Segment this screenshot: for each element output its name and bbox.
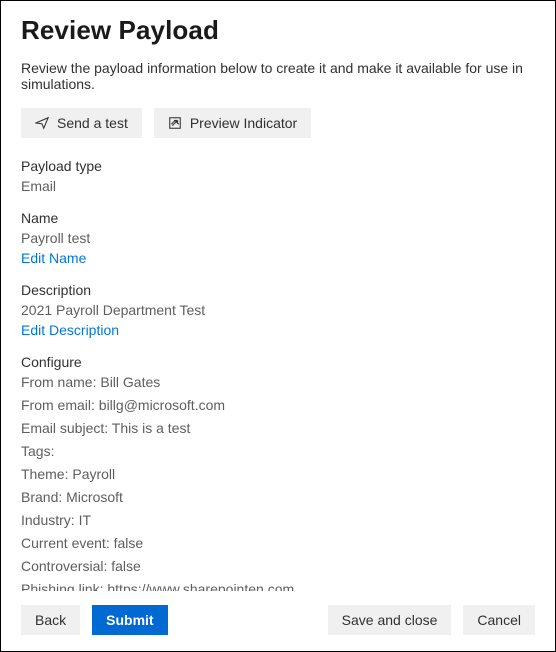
submit-button[interactable]: Submit <box>92 605 167 635</box>
save-close-button[interactable]: Save and close <box>328 605 452 635</box>
name-section: Name Payroll test Edit Name <box>21 210 535 266</box>
page-subtitle: Review the payload information below to … <box>21 60 535 92</box>
send-test-label: Send a test <box>57 115 128 131</box>
from-email-item: From email: billg@microsoft.com <box>21 397 535 413</box>
description-section: Description 2021 Payroll Department Test… <box>21 282 535 338</box>
preview-indicator-button[interactable]: Preview Indicator <box>154 108 311 138</box>
footer-buttons: Back Submit Save and close Cancel <box>21 591 535 635</box>
name-label: Name <box>21 210 535 226</box>
cancel-button[interactable]: Cancel <box>463 605 535 635</box>
send-test-button[interactable]: Send a test <box>21 108 142 138</box>
page-title: Review Payload <box>21 15 535 46</box>
edit-name-link[interactable]: Edit Name <box>21 250 535 266</box>
payload-type-label: Payload type <box>21 158 535 174</box>
current-event-item: Current event: false <box>21 535 535 551</box>
brand-item: Brand: Microsoft <box>21 489 535 505</box>
action-buttons: Send a test Preview Indicator <box>21 108 535 138</box>
configure-section: Configure From name: Bill Gates From ema… <box>21 354 535 591</box>
theme-item: Theme: Payroll <box>21 466 535 482</box>
description-value: 2021 Payroll Department Test <box>21 302 535 318</box>
edit-description-link[interactable]: Edit Description <box>21 322 535 338</box>
preview-indicator-label: Preview Indicator <box>190 115 297 131</box>
description-label: Description <box>21 282 535 298</box>
content-area: Payload type Email Name Payroll test Edi… <box>21 158 535 591</box>
preview-icon <box>168 116 182 130</box>
name-value: Payroll test <box>21 230 535 246</box>
review-payload-page: Review Payload Review the payload inform… <box>0 0 556 652</box>
controversial-item: Controversial: false <box>21 558 535 574</box>
back-button[interactable]: Back <box>21 605 80 635</box>
payload-type-value: Email <box>21 178 535 194</box>
configure-label: Configure <box>21 354 535 370</box>
configure-list: From name: Bill Gates From email: billg@… <box>21 374 535 591</box>
phishing-link-item: Phishing link: https://www.sharepointen.… <box>21 581 535 591</box>
from-name-item: From name: Bill Gates <box>21 374 535 390</box>
industry-item: Industry: IT <box>21 512 535 528</box>
send-icon <box>35 116 49 130</box>
email-subject-item: Email subject: This is a test <box>21 420 535 436</box>
payload-type-section: Payload type Email <box>21 158 535 194</box>
tags-item: Tags: <box>21 443 535 459</box>
